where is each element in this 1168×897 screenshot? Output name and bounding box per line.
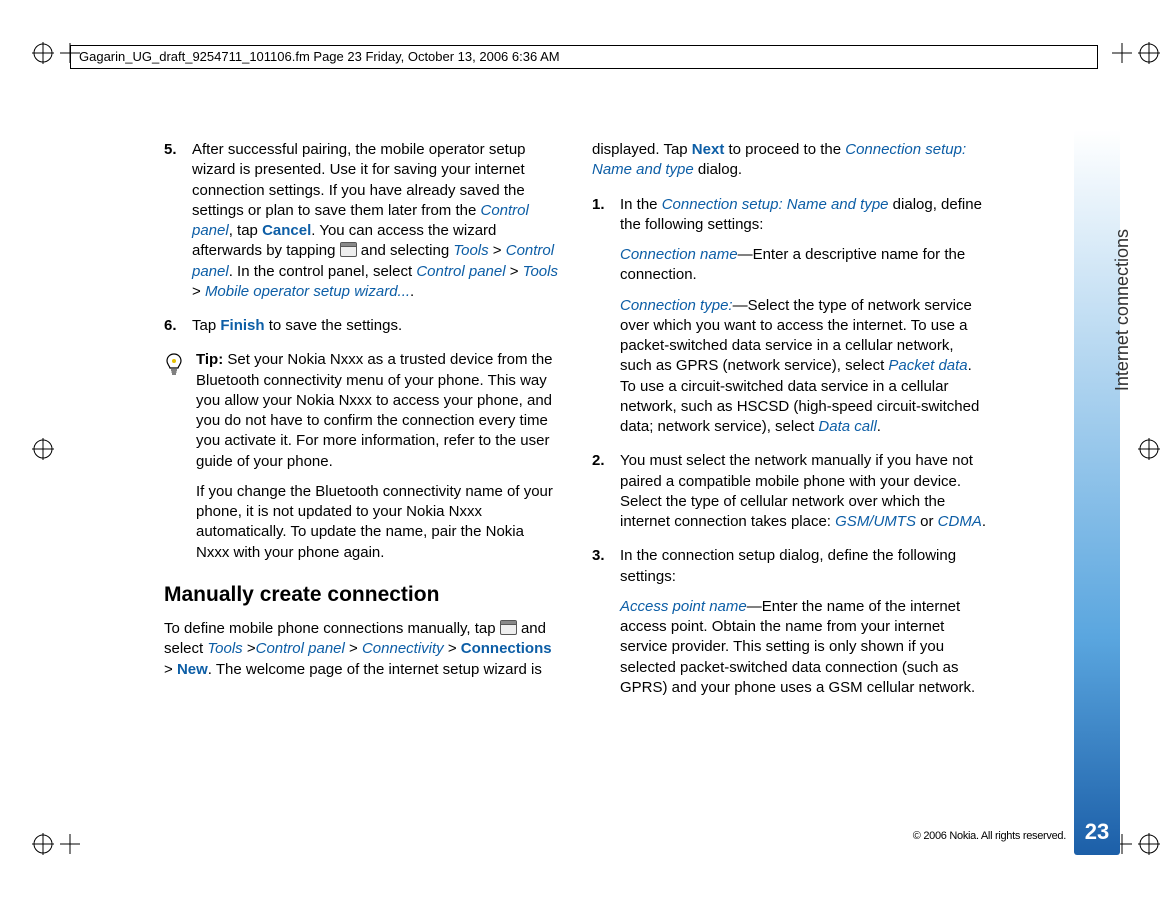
step-number: 5. [164, 140, 192, 302]
tip-icon [164, 350, 196, 563]
side-section-label: Internet connections [1112, 229, 1133, 391]
option-packet-data: Packet data [888, 357, 967, 374]
option-data-call: Data call [818, 418, 876, 435]
left-column: 5. After successful pairing, the mobile … [164, 140, 560, 712]
field-access-point-name: Access point name [620, 598, 747, 615]
link-tools: Tools [523, 263, 558, 280]
page-header: Gagarin_UG_draft_9254711_101106.fm Page … [70, 45, 1098, 69]
tip-block: Tip: Set your Nokia Nxxx as a trusted de… [164, 350, 560, 563]
step-6: 6. Tap Finish to save the settings. [164, 316, 560, 336]
link-tools: Tools [453, 242, 488, 259]
step-number: 6. [164, 316, 192, 336]
field-connection-type: Connection type: [620, 297, 733, 314]
step-number: 3. [592, 546, 620, 698]
crop-mark-icon [1138, 438, 1160, 460]
copyright: © 2006 Nokia. All rights reserved. [913, 830, 1066, 842]
link-tools: Tools [207, 640, 242, 657]
connections-label: Connections [461, 640, 552, 657]
header-text: Gagarin_UG_draft_9254711_101106.fm Page … [79, 49, 560, 64]
page-body: 5. After successful pairing, the mobile … [164, 140, 988, 712]
crop-mark-icon [32, 438, 54, 460]
tip-body: Tip: Set your Nokia Nxxx as a trusted de… [196, 350, 560, 563]
step-body: You must select the network manually if … [620, 451, 988, 532]
cancel-label: Cancel [262, 222, 311, 239]
section-heading: Manually create connection [164, 581, 560, 609]
paragraph: To define mobile phone connections manua… [164, 619, 560, 680]
application-menu-icon [500, 620, 517, 635]
link-connection-setup-dialog: Connection setup: Name and type [662, 196, 889, 213]
step-number: 1. [592, 195, 620, 438]
step-number: 2. [592, 451, 620, 532]
link-mobile-operator-wizard: Mobile operator setup wizard... [205, 283, 410, 300]
paragraph: displayed. Tap Next to proceed to the Co… [592, 140, 988, 181]
new-label: New [177, 661, 208, 678]
step-body: In the Connection setup: Name and type d… [620, 195, 988, 438]
step-5: 5. After successful pairing, the mobile … [164, 140, 560, 302]
link-connectivity: Connectivity [362, 640, 444, 657]
step-body: Tap Finish to save the settings. [192, 316, 560, 336]
right-column: displayed. Tap Next to proceed to the Co… [592, 140, 988, 712]
tip-label: Tip: [196, 351, 223, 368]
step-3: 3. In the connection setup dialog, defin… [592, 546, 988, 698]
step-1: 1. In the Connection setup: Name and typ… [592, 195, 988, 438]
next-label: Next [692, 141, 725, 158]
application-menu-icon [340, 242, 357, 257]
page-number: 23 [1079, 819, 1115, 845]
crop-mark-icon [1112, 42, 1160, 64]
link-control-panel: Control panel [256, 640, 345, 657]
finish-label: Finish [220, 317, 264, 334]
link-control-panel: Control panel [416, 263, 505, 280]
option-cdma: CDMA [938, 513, 982, 530]
step-body: In the connection setup dialog, define t… [620, 546, 988, 698]
field-connection-name: Connection name [620, 246, 738, 263]
crop-mark-icon [32, 833, 80, 855]
step-body: After successful pairing, the mobile ope… [192, 140, 560, 302]
option-gsm-umts: GSM/UMTS [835, 513, 916, 530]
step-2: 2. You must select the network manually … [592, 451, 988, 532]
